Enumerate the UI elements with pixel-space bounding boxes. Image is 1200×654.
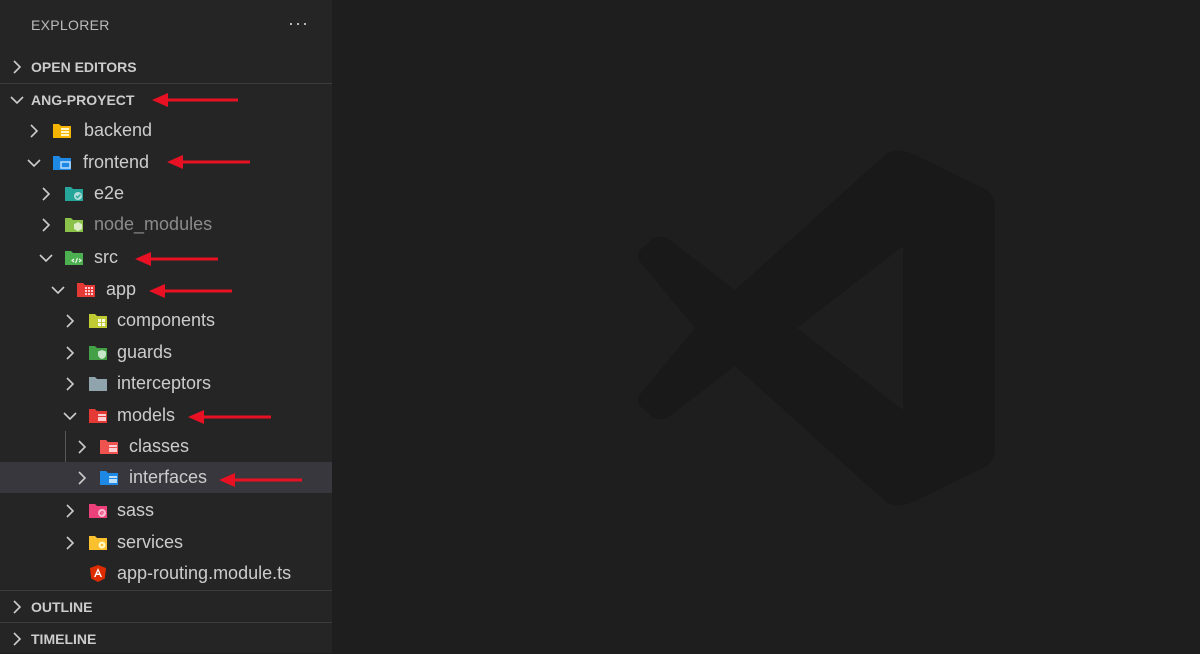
- tree-item-label: interceptors: [117, 373, 212, 393]
- tree-item-label: models: [117, 405, 176, 425]
- annotation-arrow-icon: [219, 473, 302, 487]
- tree-item-components[interactable]: components: [0, 305, 332, 336]
- more-actions-icon[interactable]: ···: [288, 13, 309, 34]
- section-open-editors[interactable]: OPEN EDITORS: [0, 52, 332, 82]
- tree-item-label: node_modules: [94, 214, 213, 234]
- folder-services-icon: [89, 536, 107, 550]
- folder-frontend-icon: [53, 156, 71, 170]
- annotation-arrow-icon: [135, 252, 218, 266]
- chevron-right-icon: [66, 536, 75, 550]
- chevron-right-icon: [78, 440, 87, 454]
- tree-item-label: e2e: [94, 183, 125, 203]
- tree-item-guards[interactable]: guards: [0, 337, 332, 368]
- tree-item-label: frontend: [83, 152, 150, 172]
- tree-item-label: components: [117, 310, 216, 330]
- section-project-label: ANG-PROYECT: [31, 92, 135, 108]
- chevron-right-icon: [66, 377, 75, 391]
- section-outline-label: OUTLINE: [31, 599, 93, 615]
- folder-app-icon: [77, 283, 95, 297]
- folder-e2e-icon: [65, 187, 83, 201]
- annotation-arrow-icon: [188, 410, 271, 424]
- annotation-arrow-icon: [149, 284, 232, 298]
- chevron-down-icon: [63, 412, 77, 421]
- tree-item-node-modules[interactable]: node_modules: [0, 209, 332, 240]
- folder-node-icon: [65, 218, 83, 232]
- vscode-logo-watermark-icon: [638, 150, 995, 506]
- chevron-down-icon: [39, 254, 53, 263]
- folder-interfaces-icon: [100, 471, 118, 485]
- tree-item-backend[interactable]: backend: [0, 115, 332, 146]
- tree-item-label: app-routing.module.ts: [117, 563, 292, 583]
- chevron-right-icon: [13, 600, 22, 614]
- tree-item-label: classes: [129, 436, 190, 456]
- tree-item-label: src: [94, 247, 118, 267]
- chevron-right-icon: [66, 504, 75, 518]
- tree-item-label: interfaces: [129, 467, 208, 487]
- tree-item-interceptors[interactable]: interceptors: [0, 368, 332, 399]
- chevron-right-icon: [66, 314, 75, 328]
- section-timeline[interactable]: TIMELINE: [0, 622, 332, 654]
- tree-item-app-routing-module[interactable]: app-routing.module.ts: [0, 558, 332, 589]
- tree-item-classes[interactable]: classes: [0, 431, 332, 462]
- tree-item-sass[interactable]: sass: [0, 495, 332, 526]
- folder-database-icon: [53, 124, 71, 138]
- tree-item-label: services: [117, 532, 184, 552]
- chevron-right-icon: [66, 346, 75, 360]
- folder-interceptors-icon: [89, 377, 107, 391]
- chevron-right-icon: [13, 60, 22, 74]
- annotation-arrow-icon: [152, 93, 238, 107]
- tree-item-e2e[interactable]: e2e: [0, 178, 332, 209]
- tree-item-label: app: [106, 279, 137, 299]
- chevron-down-icon: [51, 286, 65, 295]
- angular-file-icon: [90, 565, 106, 582]
- tree-item-label: guards: [117, 342, 173, 362]
- explorer-header: EXPLORER ···: [0, 0, 332, 50]
- section-open-editors-label: OPEN EDITORS: [31, 59, 137, 75]
- folder-components-icon: [89, 314, 107, 328]
- folder-guards-icon: [89, 346, 107, 360]
- section-timeline-label: TIMELINE: [31, 631, 97, 647]
- section-outline[interactable]: OUTLINE: [0, 590, 332, 622]
- chevron-down-icon: [10, 96, 24, 105]
- tree-item-label: backend: [84, 120, 153, 140]
- folder-sass-icon: [89, 504, 107, 518]
- chevron-right-icon: [13, 632, 22, 646]
- tree-item-label: sass: [117, 500, 155, 520]
- folder-models-icon: [89, 409, 107, 423]
- chevron-down-icon: [27, 159, 41, 168]
- explorer-title: EXPLORER: [31, 17, 110, 33]
- chevron-right-icon: [30, 124, 39, 138]
- annotation-arrow-icon: [167, 155, 250, 169]
- chevron-right-icon: [42, 187, 51, 201]
- tree-item-models[interactable]: models: [0, 400, 332, 431]
- chevron-right-icon: [42, 218, 51, 232]
- chevron-right-icon: [78, 471, 87, 485]
- tree-item-services[interactable]: services: [0, 527, 332, 558]
- folder-src-icon: [65, 251, 83, 265]
- folder-classes-icon: [100, 440, 118, 454]
